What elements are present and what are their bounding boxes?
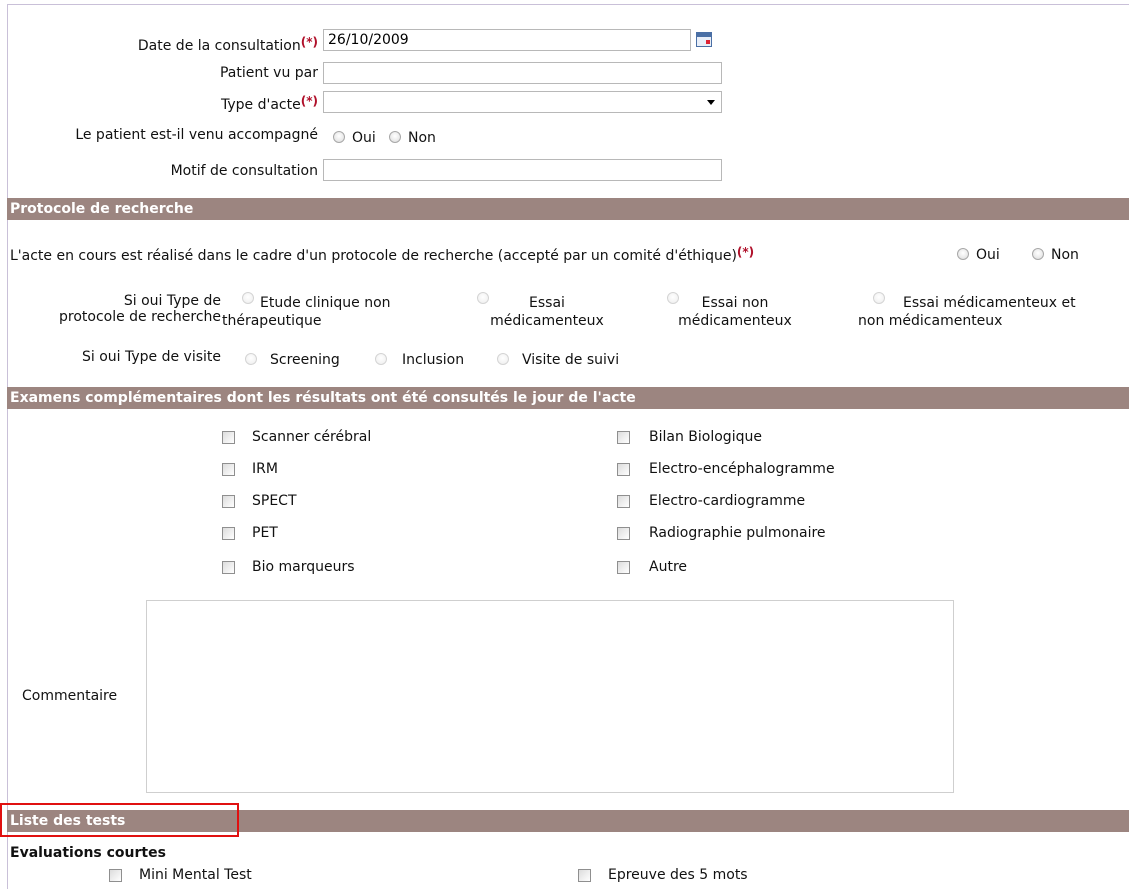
exam-biomarkers-label: Bio marqueurs xyxy=(252,559,355,575)
test-mmt-checkbox[interactable] xyxy=(109,869,122,882)
exam-radio-label: Radiographie pulmonaire xyxy=(649,525,826,541)
exam-ecg-checkbox[interactable] xyxy=(617,495,630,508)
exam-ecg-label: Electro-cardiogramme xyxy=(649,493,806,509)
protocol-type-label: Si oui Type de protocole de recherche xyxy=(59,293,221,325)
exam-other-label: Autre xyxy=(649,559,688,575)
protocol-option-2-label: Essai médicamenteux xyxy=(490,295,604,329)
accompanied-no-label: Non xyxy=(408,130,436,146)
research-yes-label: Oui xyxy=(976,247,1000,263)
calendar-icon[interactable] xyxy=(696,32,712,47)
test-mmt-label: Mini Mental Test xyxy=(139,867,252,883)
exam-spect-label: SPECT xyxy=(252,493,297,509)
section-exams-header: Examens complémentaires dont les résulta… xyxy=(7,387,1129,409)
required-mark: (*) xyxy=(300,35,318,49)
visit-inclusion-label: Inclusion xyxy=(402,352,465,368)
section-research-header: Protocole de recherche xyxy=(7,198,1129,220)
visit-followup-radio[interactable] xyxy=(497,353,509,365)
research-yes-radio[interactable] xyxy=(957,248,969,260)
exam-irm-label: IRM xyxy=(252,461,278,477)
test-5words-label: Epreuve des 5 mots xyxy=(608,867,748,883)
protocol-option-1-label: Etude clinique non thérapeutique xyxy=(222,295,391,329)
required-mark: (*) xyxy=(300,94,318,108)
visit-inclusion-radio[interactable] xyxy=(375,353,387,365)
exam-pet-checkbox[interactable] xyxy=(222,527,235,540)
exam-eeg-label: Electro-encéphalogramme xyxy=(649,461,835,477)
research-no-radio[interactable] xyxy=(1032,248,1044,260)
reason-input[interactable] xyxy=(323,159,722,181)
patient-seen-by-input[interactable] xyxy=(323,62,722,84)
exam-eeg-checkbox[interactable] xyxy=(617,463,630,476)
exam-spect-checkbox[interactable] xyxy=(222,495,235,508)
visit-followup-label: Visite de suivi xyxy=(522,352,620,368)
protocol-option-3-label: Essai non médicamenteux xyxy=(678,295,792,329)
accompanied-yes-radio[interactable] xyxy=(333,131,345,143)
act-type-label: Type d'acte(*) xyxy=(221,94,318,113)
reason-label: Motif de consultation xyxy=(170,163,318,179)
accompanied-label: Le patient est-il venu accompagné xyxy=(75,127,318,143)
highlight-box xyxy=(0,803,239,837)
exam-scanner-checkbox[interactable] xyxy=(222,431,235,444)
research-question: L'acte en cours est réalisé dans le cadr… xyxy=(10,245,755,264)
accompanied-yes-label: Oui xyxy=(352,130,376,146)
patient-seen-by-label: Patient vu par xyxy=(219,65,318,81)
visit-screening-label: Screening xyxy=(270,352,340,368)
act-type-select[interactable] xyxy=(323,91,722,113)
exam-bilan-label: Bilan Biologique xyxy=(649,429,762,445)
visit-type-label: Si oui Type de visite xyxy=(81,349,221,365)
exam-scanner-label: Scanner cérébral xyxy=(252,429,372,445)
exam-radio-checkbox[interactable] xyxy=(617,527,630,540)
date-input[interactable] xyxy=(323,29,691,51)
visit-screening-radio[interactable] xyxy=(245,353,257,365)
research-no-label: Non xyxy=(1051,247,1079,263)
exam-biomarkers-checkbox[interactable] xyxy=(222,561,235,574)
short-evals-label: Evaluations courtes xyxy=(10,845,166,861)
comment-label: Commentaire xyxy=(22,688,118,704)
protocol-option-4-label: Essai médicamenteux et non médicamenteux xyxy=(858,295,1076,329)
exam-irm-checkbox[interactable] xyxy=(222,463,235,476)
comment-textarea[interactable] xyxy=(146,600,954,793)
exam-bilan-checkbox[interactable] xyxy=(617,431,630,444)
exam-other-checkbox[interactable] xyxy=(617,561,630,574)
chevron-down-icon xyxy=(707,100,715,105)
exam-pet-label: PET xyxy=(252,525,278,541)
date-label: Date de la consultation(*) xyxy=(137,35,318,54)
test-5words-checkbox[interactable] xyxy=(578,869,591,882)
accompanied-no-radio[interactable] xyxy=(389,131,401,143)
